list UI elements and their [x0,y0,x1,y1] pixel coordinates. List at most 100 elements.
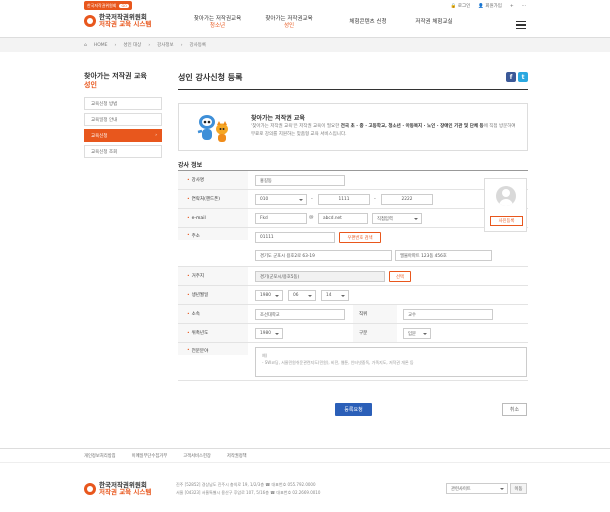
email-id-input[interactable]: Fkd [255,213,307,224]
twitter-icon[interactable]: t [518,72,528,82]
more-icon[interactable]: ··· [522,4,526,9]
name-input[interactable]: 홍길동 [255,175,345,186]
category-select[interactable]: 입문 [403,328,431,339]
home-icon[interactable]: ⌂ [84,43,87,48]
row-address: • 주소 01111 우편번호 검색 경기도 군포시 용호2로 63-19 엘물아… [178,228,528,267]
birth-month-select[interactable]: 06 [288,290,316,301]
address-label: • 주소 [178,228,248,240]
logo-mark-icon [84,15,96,27]
footer-link-service-charter[interactable]: 고객서비스헌장 [183,453,211,459]
main-nav: 찾아가는 저작권교육 청소년 찾아가는 저작권교육 성인 체험콘텐츠 신청 저작… [185,16,460,30]
row-phone: • 연락처(핸드폰) 010 - 1111 - 2222 [178,190,528,209]
title-divider [178,89,528,90]
footer-link-privacy[interactable]: 개인정보처리방침 [84,453,116,459]
row-birth: • 생년월일 1980 06 14 [178,286,528,305]
site-header: 한국저작권위원회 저작권 교육 시스템 찾아가는 저작권교육 청소년 찾아가는 … [0,12,610,38]
breadcrumb: ⌂ HOME › 성인 대상 › 강사정보 › 강사등록 [0,38,610,52]
logo-subtitle: 저작권 교육 시스템 [99,20,152,28]
chevron-right-icon: › [155,133,157,138]
breadcrumb-adult[interactable]: 성인 대상 [123,42,141,48]
hamburger-menu-icon[interactable] [516,21,526,29]
sidebar-item-how-to-apply[interactable]: 교육신청 방법 [84,97,162,110]
nav-copyright-classroom[interactable]: 저작권 체험교실 [408,16,460,30]
residence-label: • 거주지 [178,267,248,285]
breadcrumb-current: 강사등록 [189,43,207,48]
footer-links: 개인정보처리방침 이메일무단수집거부 고객서비스헌장 저작권정책 [0,449,610,463]
user-icon: 👤 [478,4,484,9]
nav-adult-education[interactable]: 찾아가는 저작권교육 성인 [250,16,328,30]
email-label: • e-mail [178,209,248,227]
row-residence: • 거주지 경기(군포시/용호5동) 선택 [178,267,528,286]
organization-input[interactable]: 조선대학교 [255,309,345,320]
sidebar-item-apply[interactable]: 교육신청 › [84,129,162,142]
footer: 개인정보처리방침 이메일무단수집거부 고객서비스헌장 저작권정책 한국저작권위원… [0,448,610,512]
appointment-year-label: • 위촉년도 [178,324,248,342]
breadcrumb-separator: › [114,42,117,48]
address-line1-input[interactable]: 경기도 군포시 용호2로 63-19 [255,250,392,261]
related-sites-go-button[interactable]: 이동 [510,483,527,494]
related-sites-select[interactable]: 관련사이트 [446,483,508,494]
sns-share: f t [506,72,528,82]
specialty-textarea[interactable]: 예) - SW코딩, 서울민원쉬운관련지도(민원), 비전, 웹툰, 인터넷중독… [255,347,527,377]
position-input[interactable]: 교수 [403,309,493,320]
intro-box: 찾아가는 저작권 교육 '찾아가는 저작권 교육'은 저작권 교육이 필요한 전… [178,103,528,151]
phone-middle-input[interactable]: 1111 [318,194,370,205]
phone-label: • 연락처(핸드폰) [178,190,248,208]
submit-button[interactable]: 등록요청 [335,403,372,416]
sidebar-title: 찾아가는 저작권 교육 성인 [84,72,162,90]
go-badge: GO [119,3,129,8]
lock-icon: 🔒 [450,4,457,9]
residence-select-button[interactable]: 선택 [389,271,411,282]
signup-link[interactable]: 👤 회원가입 [478,3,502,9]
facebook-icon[interactable]: f [506,72,516,82]
sidebar: 찾아가는 저작권 교육 성인 교육신청 방법 교육일정 안내 교육신청 › 교육신청… [84,72,162,161]
top-utility-bar: 한국저작권위원회 GO 🔒 로그인 👤 회원가입 + ··· [0,0,610,12]
nav-youth-education[interactable]: 찾아가는 저작권교육 청소년 [185,16,250,30]
breadcrumb-separator: › [148,42,151,48]
row-name: • 강사명 홍길동 [178,171,528,190]
commission-link[interactable]: 한국저작권위원회 GO [84,1,132,10]
page-title: 성인 강사신청 등록 [178,73,243,82]
sidebar-item-inquiry[interactable]: 교육신청 조회 [84,145,162,158]
breadcrumb-home[interactable]: HOME [94,43,108,48]
email-domain-input[interactable]: abcd.net [318,213,368,224]
position-label: 직위 [353,305,397,323]
row-specialty: • 전문분야 예) - SW코딩, 서울민원쉬운관련지도(민원), 비전, 웹툰,… [178,343,528,381]
address-line2-input[interactable]: 엘물아파트 123동 456호 [395,250,492,261]
main-content: 성인 강사신청 등록 f t 찾아가는 저작권 교육 '찾아가는 저작권 교육'… [178,72,528,381]
cancel-button[interactable]: 취소 [502,403,527,416]
category-label: 구분 [353,324,397,342]
plus-icon[interactable]: + [510,4,514,9]
nav-experience-content[interactable]: 체험콘텐츠 신청 [328,16,408,30]
footer-link-copyright-policy[interactable]: 저작권정책 [227,453,247,459]
sidebar-item-schedule[interactable]: 교육일정 안내 [84,113,162,126]
logo-mark-icon [84,483,96,495]
name-label: • 강사명 [178,171,248,189]
photo-box: 사진등록 [484,178,527,232]
birth-day-select[interactable]: 14 [321,290,349,301]
zipcode-input[interactable]: 01111 [255,232,335,243]
site-logo[interactable]: 한국저작권위원회 저작권 교육 시스템 [84,14,151,28]
utility-links: 🔒 로그인 👤 회원가입 + ··· [451,1,526,11]
breadcrumb-instructor-info[interactable]: 강사정보 [157,42,174,48]
section-title: 강사 정보 [178,162,203,169]
residence-input: 경기(군포시/용호5동) [255,271,385,282]
photo-upload-button[interactable]: 사진등록 [490,216,523,226]
zipcode-search-button[interactable]: 우편번호 검색 [339,232,381,243]
birth-label: • 생년월일 [178,286,248,304]
sidebar-subtitle: 성인 [84,81,97,89]
row-appointment-year: • 위촉년도 1980 구분 입문 [178,324,528,343]
login-link[interactable]: 🔒 로그인 [451,3,470,9]
organization-label: • 소속 [178,305,248,323]
intro-description: '찾아가는 저작권 교육'은 저작권 교육이 필요한 전국 초 · 중 · 고등… [251,124,516,137]
footer-logo: 한국저작권위원회 저작권 교육 시스템 [84,482,151,496]
email-domain-select[interactable]: 직접입력 [372,213,422,224]
footer-link-email-refusal[interactable]: 이메일무단수집거부 [132,453,168,459]
phone-last-input[interactable]: 2222 [381,194,433,205]
phone-prefix-select[interactable]: 010 [255,194,307,205]
avatar-placeholder-icon [496,186,516,206]
mascot-icon [197,115,228,142]
birth-year-select[interactable]: 1980 [255,290,283,301]
breadcrumb-separator: › [180,42,183,48]
appointment-year-select[interactable]: 1980 [255,328,283,339]
